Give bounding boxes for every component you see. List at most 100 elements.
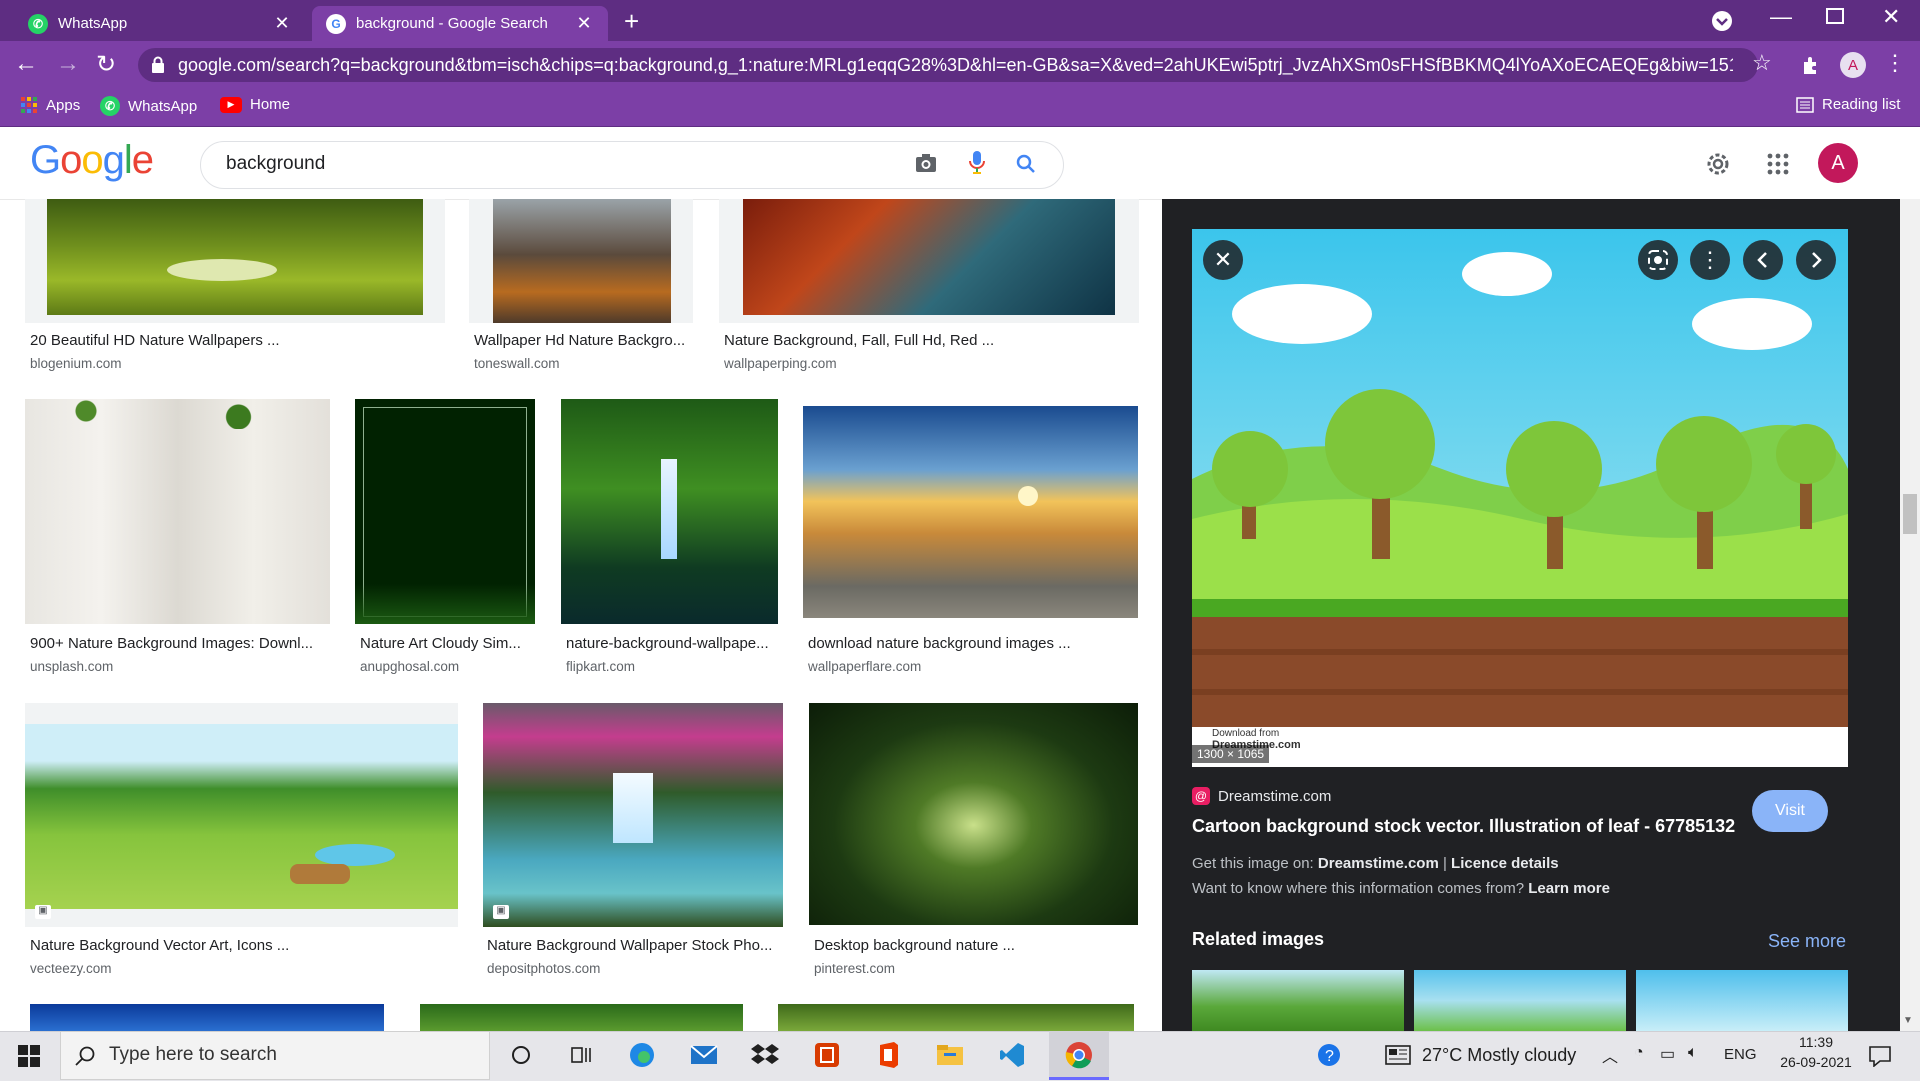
get-image-site-link[interactable]: Dreamstime.com <box>1318 855 1439 872</box>
google-apps-icon[interactable] <box>1767 153 1789 175</box>
google-profile-avatar[interactable]: A <box>1818 143 1858 183</box>
result-image-5[interactable] <box>355 399 535 624</box>
preview-image[interactable] <box>1192 229 1848 767</box>
result-image-9[interactable]: ▣ <box>483 703 783 927</box>
result-caption[interactable]: Nature Background, Fall, Full Hd, Red ..… <box>724 332 994 349</box>
bookmark-whatsapp[interactable]: ✆ WhatsApp <box>100 96 197 116</box>
previous-image-button[interactable] <box>1743 240 1783 280</box>
related-image-3[interactable] <box>1636 970 1848 1031</box>
bookmark-star-icon[interactable]: ☆ <box>1752 50 1772 76</box>
forward-button[interactable]: → <box>56 50 80 78</box>
close-tab-icon[interactable]: ✕ <box>272 13 292 34</box>
result-source[interactable]: pinterest.com <box>814 961 895 976</box>
microphone-icon[interactable] <box>968 150 986 176</box>
tab-google-search[interactable]: G background - Google Search ✕ <box>312 6 608 41</box>
result-source[interactable]: unsplash.com <box>30 659 113 674</box>
menu-icon[interactable]: ⋮ <box>1884 50 1906 76</box>
dropbox-icon[interactable] <box>750 1040 780 1070</box>
minimize-button[interactable]: — <box>1770 4 1792 30</box>
chrome-icon[interactable] <box>1064 1040 1094 1070</box>
help-icon[interactable]: ? <box>1314 1040 1344 1070</box>
reading-list-button[interactable]: Reading list <box>1796 96 1900 113</box>
related-image-1[interactable] <box>1192 970 1404 1031</box>
result-image-2[interactable] <box>469 199 693 323</box>
result-caption[interactable]: 900+ Nature Background Images: Downl... <box>30 635 313 652</box>
see-more-link[interactable]: See more <box>1768 931 1846 952</box>
search-input[interactable]: background <box>226 153 325 175</box>
related-image-2[interactable] <box>1414 970 1626 1031</box>
result-source[interactable]: depositphotos.com <box>487 961 600 976</box>
result-caption[interactable]: Nature Art Cloudy Sim... <box>360 635 521 652</box>
tab-whatsapp[interactable]: ✆ WhatsApp ✕ <box>14 6 306 41</box>
extensions-icon[interactable] <box>1800 54 1822 76</box>
settings-gear-icon[interactable] <box>1704 150 1732 178</box>
tab-search-button[interactable] <box>1712 11 1732 31</box>
result-image-7[interactable] <box>803 406 1138 618</box>
page-scrollbar[interactable] <box>1900 199 1920 1031</box>
url-text[interactable]: google.com/search?q=background&tbm=isch&… <box>178 55 1733 76</box>
news-weather-icon[interactable] <box>1383 1040 1413 1070</box>
result-image-11[interactable] <box>30 1004 384 1031</box>
result-image-10[interactable] <box>809 703 1138 925</box>
result-caption[interactable]: download nature background images ... <box>808 635 1071 652</box>
office-apps-icon[interactable] <box>874 1040 904 1070</box>
close-tab-icon[interactable]: ✕ <box>574 13 594 34</box>
source-site[interactable]: @ Dreamstime.com <box>1192 787 1331 805</box>
search-icon[interactable] <box>1016 154 1036 174</box>
result-source[interactable]: toneswall.com <box>474 356 560 371</box>
result-caption[interactable]: nature-background-wallpape... <box>566 635 769 652</box>
image-title[interactable]: Cartoon background stock vector. Illustr… <box>1192 816 1735 837</box>
more-options-icon[interactable]: ⋮ <box>1690 240 1730 280</box>
edge-icon[interactable] <box>627 1040 657 1070</box>
cortana-icon[interactable] <box>506 1040 536 1070</box>
office-icon[interactable] <box>812 1040 842 1070</box>
battery-icon[interactable]: ▭ <box>1660 1044 1675 1064</box>
result-caption[interactable]: Nature Background Vector Art, Icons ... <box>30 937 289 954</box>
bookmark-home[interactable]: ▶ Home <box>220 96 290 113</box>
result-image-13[interactable] <box>778 1004 1134 1031</box>
profile-avatar[interactable]: A <box>1840 52 1866 78</box>
result-image-1[interactable] <box>25 199 445 323</box>
volume-icon[interactable]: 🔈︎ <box>1688 1044 1698 1062</box>
result-image-4[interactable] <box>25 399 330 624</box>
mail-icon[interactable] <box>689 1040 719 1070</box>
weather-text[interactable]: 27°C Mostly cloudy <box>1422 1045 1576 1066</box>
result-source[interactable]: wallpaperping.com <box>724 356 837 371</box>
result-source[interactable]: vecteezy.com <box>30 961 112 976</box>
learn-more-link[interactable]: Learn more <box>1528 880 1610 897</box>
result-image-3[interactable] <box>719 199 1139 323</box>
bookmark-apps[interactable]: Apps <box>20 96 80 114</box>
windows-start-icon[interactable] <box>18 1045 40 1067</box>
result-caption[interactable]: 20 Beautiful HD Nature Wallpapers ... <box>30 332 280 349</box>
result-source[interactable]: wallpaperflare.com <box>808 659 921 674</box>
visit-button[interactable]: Visit <box>1752 790 1828 832</box>
restore-button[interactable] <box>1826 8 1844 24</box>
reload-button[interactable]: ↻ <box>96 50 116 79</box>
licence-details-link[interactable]: Licence details <box>1451 855 1559 872</box>
file-explorer-icon[interactable] <box>935 1040 965 1070</box>
notification-icon[interactable] <box>1868 1045 1892 1067</box>
scroll-down-arrow-icon[interactable]: ▼ <box>1903 1015 1913 1026</box>
visual-search-button[interactable] <box>1638 240 1678 280</box>
result-source[interactable]: flipkart.com <box>566 659 635 674</box>
result-source[interactable]: anupghosal.com <box>360 659 459 674</box>
language-indicator[interactable]: ENG <box>1724 1046 1757 1063</box>
next-image-button[interactable] <box>1796 240 1836 280</box>
task-view-icon[interactable] <box>566 1040 596 1070</box>
new-tab-button[interactable]: + <box>624 6 639 37</box>
wifi-icon[interactable]: ◔ <box>1634 1044 1644 1062</box>
close-window-button[interactable]: ✕ <box>1882 4 1900 30</box>
vscode-icon[interactable] <box>997 1040 1027 1070</box>
back-button[interactable]: ← <box>14 50 38 78</box>
result-image-12[interactable] <box>420 1004 743 1031</box>
camera-icon[interactable] <box>914 152 938 174</box>
show-hidden-icons-chevron-up-icon[interactable]: ︿ <box>1602 1043 1618 1067</box>
result-source[interactable]: blogenium.com <box>30 356 122 371</box>
result-caption[interactable]: Nature Background Wallpaper Stock Pho... <box>487 937 772 954</box>
result-caption[interactable]: Desktop background nature ... <box>814 937 1015 954</box>
google-logo[interactable]: Google <box>30 138 154 183</box>
close-preview-button[interactable]: ✕ <box>1203 240 1243 280</box>
clock[interactable]: 11:39 26-09-2021 <box>1776 1034 1856 1070</box>
scrollbar-thumb[interactable] <box>1903 494 1917 534</box>
taskbar-search-placeholder[interactable]: Type here to search <box>109 1044 277 1066</box>
